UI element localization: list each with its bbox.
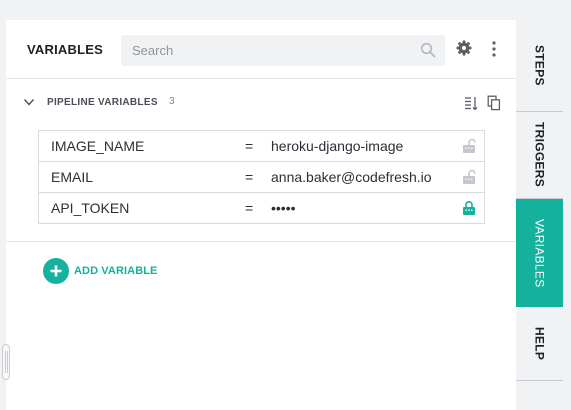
add-variable-label[interactable]: ADD VARIABLE [74, 265, 158, 277]
copy-icon[interactable] [487, 95, 501, 111]
sort-icon[interactable] [464, 95, 478, 111]
tab-label: VARIABLES [532, 218, 547, 288]
search-icon [420, 42, 436, 58]
variable-name[interactable]: IMAGE_NAME [51, 138, 144, 154]
variable-row[interactable]: EMAIL = anna.baker@codefresh.io [39, 162, 484, 193]
gear-icon[interactable] [456, 40, 472, 56]
chevron-down-icon[interactable] [23, 96, 35, 108]
equals-sign: = [245, 200, 254, 216]
tab-label: TRIGGERS [532, 122, 547, 188]
panel-header: VARIABLES [6, 20, 516, 79]
lock-icon[interactable] [462, 200, 476, 216]
tab-label: HELP [532, 326, 547, 361]
masked-variable-value[interactable]: ••••• [271, 200, 296, 216]
variables-table: IMAGE_NAME = heroku-django-image EMAIL =… [38, 130, 485, 224]
search-input[interactable] [121, 35, 445, 66]
search-box[interactable] [121, 35, 445, 66]
kebab-menu-icon[interactable] [486, 40, 502, 58]
equals-sign: = [245, 138, 254, 154]
variable-row[interactable]: IMAGE_NAME = heroku-django-image [39, 131, 484, 162]
variable-value[interactable]: heroku-django-image [271, 138, 403, 154]
tab-triggers[interactable]: TRIGGERS [516, 112, 563, 199]
variable-value[interactable]: anna.baker@codefresh.io [271, 169, 432, 185]
variable-name[interactable]: API_TOKEN [51, 200, 129, 216]
variable-name[interactable]: EMAIL [51, 169, 93, 185]
tab-variables[interactable]: VARIABLES [516, 199, 563, 307]
variable-count: 3 [169, 96, 175, 107]
tab-steps[interactable]: STEPS [516, 20, 563, 112]
variable-row[interactable]: API_TOKEN = ••••• [39, 193, 484, 223]
pipeline-variables-header: PIPELINE VARIABLES 3 [6, 90, 516, 116]
plus-icon [50, 265, 62, 277]
tab-help[interactable]: HELP [516, 307, 563, 381]
add-button-circle[interactable] [43, 258, 69, 284]
resize-handle[interactable] [2, 344, 10, 380]
equals-sign: = [245, 169, 254, 185]
section-title: PIPELINE VARIABLES [47, 97, 158, 108]
tab-label: STEPS [532, 45, 547, 86]
panel-title: VARIABLES [27, 42, 103, 57]
side-tabs: STEPS TRIGGERS VARIABLES HELP [516, 20, 563, 410]
unlock-icon[interactable] [462, 169, 476, 185]
variables-panel: VARIABLES PIPELI [6, 20, 516, 410]
unlock-icon[interactable] [462, 138, 476, 154]
section-divider [6, 241, 516, 242]
